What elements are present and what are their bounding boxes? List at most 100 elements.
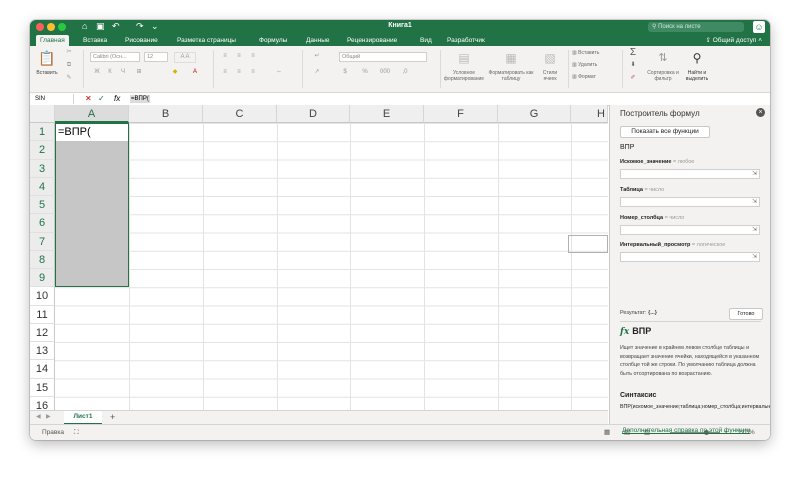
tab-insert[interactable]: Вставка [83, 35, 107, 46]
row-header[interactable]: 3 [30, 159, 55, 178]
fill-color-icon[interactable]: ◆ [170, 68, 180, 77]
column-header[interactable]: H [571, 105, 608, 123]
font-size-select[interactable]: 12 [144, 52, 168, 62]
done-button[interactable]: Готово [729, 308, 763, 320]
column-header[interactable]: D [277, 105, 350, 123]
font-grow-shrink-icon[interactable]: A A [174, 52, 196, 63]
column-header[interactable]: G [498, 105, 571, 123]
fill-icon[interactable]: ⬇ [628, 61, 638, 70]
align-middle-icon[interactable]: ≡ [234, 52, 244, 61]
thousands-icon[interactable]: 000 [380, 68, 390, 77]
percent-icon[interactable]: % [360, 68, 370, 77]
cell-styles-button[interactable]: ▧ Стили ячеек [536, 50, 564, 82]
range-picker-icon[interactable]: ⇲ [750, 170, 759, 178]
tab-developer[interactable]: Разработчик [447, 35, 485, 46]
conditional-formatting-button[interactable]: ▤ Условное форматирование [442, 50, 486, 82]
search-sheet-input[interactable]: ⚲ Поиск на листе [648, 22, 744, 32]
row-header[interactable]: 2 [30, 141, 55, 160]
align-center-icon[interactable]: ≡ [234, 68, 244, 77]
find-select-button[interactable]: ⚲ Найти и выделить [682, 50, 712, 82]
range-lookup-input[interactable]: ⇲ [620, 252, 760, 262]
row-header[interactable]: 1 [30, 123, 55, 142]
column-header[interactable]: F [424, 105, 498, 123]
font-color-icon[interactable]: A [190, 68, 200, 77]
formula-input[interactable]: =ВПР( [130, 95, 150, 103]
close-pane-icon[interactable]: × [756, 108, 765, 117]
row-header[interactable]: 11 [30, 305, 55, 324]
show-all-functions-button[interactable]: Показать все функции [620, 126, 710, 138]
row-header[interactable]: 7 [30, 232, 55, 251]
tab-review[interactable]: Рецензирование [347, 35, 397, 46]
underline-icon[interactable]: Ч [118, 68, 128, 77]
selected-range[interactable] [55, 123, 129, 288]
insert-cells-button[interactable]: ▥ Вставить [572, 50, 599, 56]
tab-formulas[interactable]: Формулы [259, 35, 287, 46]
name-box[interactable]: SIN [32, 94, 74, 104]
range-picker-icon[interactable]: ⇲ [750, 198, 759, 206]
normal-view-icon[interactable]: ▦ [604, 425, 610, 440]
column-header[interactable]: B [129, 105, 203, 123]
align-left-icon[interactable]: ≡ [220, 68, 230, 77]
sheet-tab[interactable]: Лист1 [64, 411, 102, 425]
tab-home[interactable]: Главная [36, 35, 69, 46]
select-all-corner[interactable] [30, 105, 55, 123]
bold-icon[interactable]: Ж [92, 68, 102, 77]
row-header[interactable]: 14 [30, 360, 55, 379]
row-header[interactable]: 9 [30, 269, 55, 288]
row-header[interactable]: 6 [30, 214, 55, 233]
tab-data[interactable]: Данные [306, 35, 329, 46]
tab-view[interactable]: Вид [420, 35, 432, 46]
sort-filter-button[interactable]: ⇅ Сортировка и фильтр [647, 50, 679, 82]
share-button[interactable]: ⇪ Общий доступ ˄ [705, 35, 762, 46]
range-picker-icon[interactable]: ⇲ [750, 253, 759, 261]
italic-icon[interactable]: К [105, 68, 115, 77]
delete-cells-button[interactable]: ▥ Удалить [572, 62, 597, 68]
highlighted-cell[interactable] [568, 235, 608, 253]
enter-formula-icon[interactable]: ✓ [98, 93, 105, 105]
row-header[interactable]: 13 [30, 342, 55, 361]
next-sheet-icon[interactable]: ▶ [46, 411, 51, 423]
cancel-formula-icon[interactable]: ✕ [85, 93, 92, 105]
format-as-table-button[interactable]: ▦ Форматировать как таблицу [487, 50, 535, 82]
range-picker-icon[interactable]: ⇲ [750, 226, 759, 234]
active-cell[interactable]: =ВПР( [56, 124, 128, 141]
align-right-icon[interactable]: ≡ [248, 68, 258, 77]
lookup-value-input[interactable]: ⇲ [620, 169, 760, 179]
col-index-input[interactable]: ⇲ [620, 225, 760, 235]
copy-icon[interactable]: ⧉ [64, 61, 74, 70]
row-header[interactable]: 10 [30, 287, 55, 306]
tab-draw[interactable]: Рисование [125, 35, 158, 46]
autosum-icon[interactable]: Σ [628, 48, 638, 58]
accessibility-icon[interactable]: ⛶ [74, 425, 79, 440]
row-header[interactable]: 8 [30, 250, 55, 269]
row-header[interactable]: 4 [30, 177, 55, 196]
spreadsheet-grid[interactable]: A B C D E F G H 1 2 3 4 5 6 7 8 9 10 11 … [30, 105, 608, 415]
paste-button[interactable]: 📋 Вставить [34, 50, 60, 76]
align-bottom-icon[interactable]: ≡ [248, 52, 258, 61]
row-header[interactable]: 15 [30, 378, 55, 397]
column-header[interactable]: E [350, 105, 424, 123]
add-sheet-icon[interactable]: + [110, 411, 115, 423]
wrap-text-icon[interactable]: ↵ [312, 52, 322, 61]
decimal-icon[interactable]: ,0 [400, 68, 410, 77]
borders-icon[interactable]: ⊞ [134, 68, 144, 77]
prev-sheet-icon[interactable]: ◀ [36, 411, 41, 423]
more-help-link[interactable]: Дополнительная справка по этой функции [622, 427, 750, 434]
align-top-icon[interactable]: ≡ [220, 52, 230, 61]
column-header[interactable]: A [55, 105, 129, 123]
column-header[interactable]: C [203, 105, 277, 123]
format-painter-icon[interactable]: ✎ [64, 74, 74, 83]
currency-icon[interactable]: $ [340, 68, 350, 77]
clear-icon[interactable]: ✐ [628, 74, 638, 83]
number-format-select[interactable]: Общий [339, 52, 427, 62]
tab-page-layout[interactable]: Разметка страницы [177, 35, 236, 46]
cut-icon[interactable]: ✂ [64, 48, 74, 57]
account-icon[interactable]: ☺ [753, 21, 765, 33]
row-header[interactable]: 5 [30, 196, 55, 215]
table-array-input[interactable]: ⇲ [620, 197, 760, 207]
merge-cells-icon[interactable]: ⇔ [274, 68, 284, 77]
font-name-select[interactable]: Calibri (Осн... [90, 52, 140, 62]
insert-function-icon[interactable]: fx [114, 93, 120, 105]
orientation-icon[interactable]: ↗ [312, 68, 322, 77]
row-header[interactable]: 12 [30, 323, 55, 342]
